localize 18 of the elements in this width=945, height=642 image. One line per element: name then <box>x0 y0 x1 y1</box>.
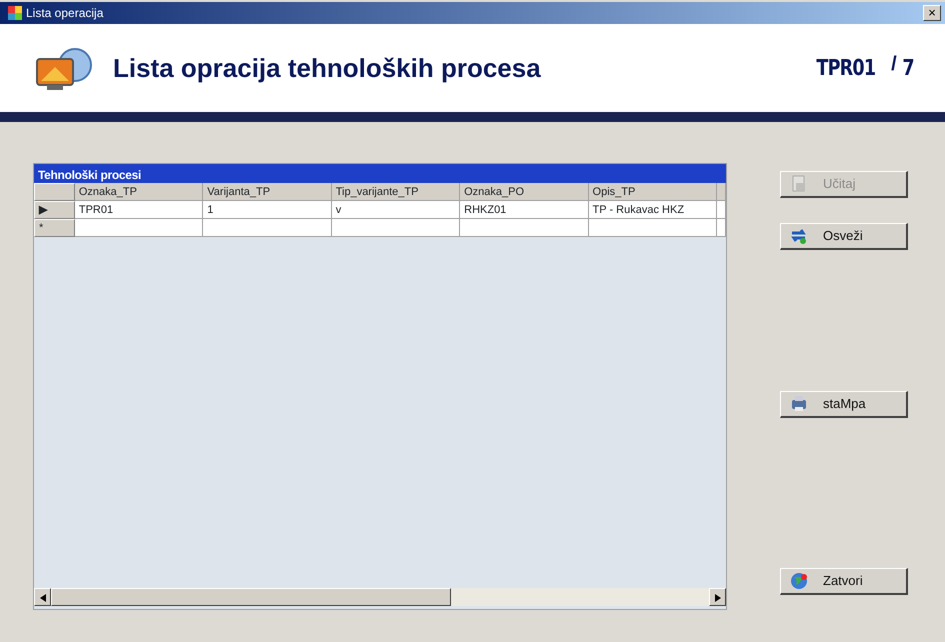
operation-count: 7 <box>902 54 914 82</box>
row-marker[interactable]: * <box>34 219 75 237</box>
arrows-icon <box>789 226 809 246</box>
globe-icon <box>789 571 809 591</box>
app-icon <box>8 6 22 20</box>
close-button[interactable]: × <box>923 5 941 21</box>
horizontal-scrollbar[interactable] <box>34 588 726 606</box>
row-marker[interactable]: ▶ <box>34 201 75 219</box>
scroll-thumb[interactable] <box>51 588 451 606</box>
process-code: TPR01 <box>816 54 876 82</box>
printer-icon <box>789 394 809 414</box>
separator-slash: / <box>891 52 897 77</box>
refresh-button[interactable]: Osveži <box>780 223 908 250</box>
form-title: Lista opracija tehnoloških procesa <box>113 52 542 84</box>
grid-caption: Tehnološki procesi <box>34 164 726 183</box>
close-button[interactable]: Zatvori <box>780 568 908 595</box>
print-button[interactable]: staMpa <box>780 391 908 418</box>
window-title: Lista operacija <box>26 5 104 22</box>
